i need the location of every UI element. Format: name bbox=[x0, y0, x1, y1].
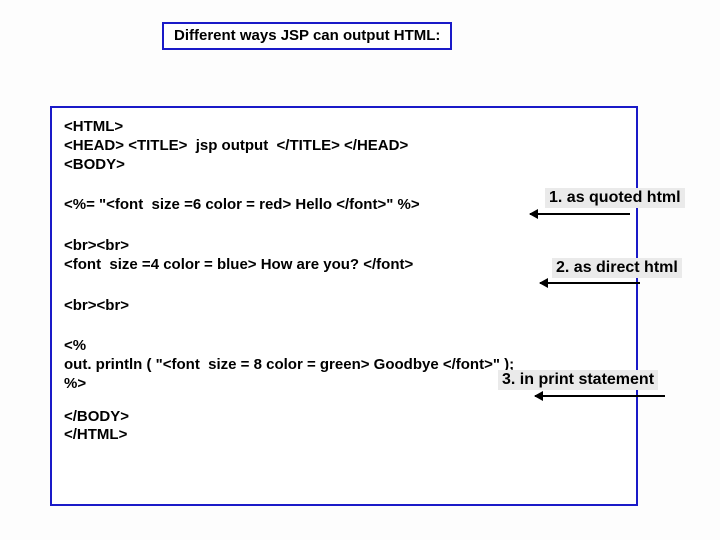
arrow-icon bbox=[540, 282, 640, 284]
code-line: <BODY> bbox=[64, 156, 624, 175]
slide-title-box: Different ways JSP can output HTML: bbox=[162, 22, 452, 50]
code-line: <br><br> bbox=[64, 297, 624, 316]
code-line: <HTML> bbox=[64, 118, 624, 137]
code-line: <HEAD> <TITLE> jsp output </TITLE> </HEA… bbox=[64, 137, 624, 156]
code-line: </BODY> bbox=[64, 408, 624, 427]
arrow-icon bbox=[530, 213, 630, 215]
annotation-label-3: 3. in print statement bbox=[498, 370, 658, 390]
code-line: <br><br> bbox=[64, 237, 624, 256]
code-line: <font size =4 color = blue> How are you?… bbox=[64, 256, 624, 275]
annotation-label-2: 2. as direct html bbox=[552, 258, 682, 278]
code-box: <HTML> <HEAD> <TITLE> jsp output </TITLE… bbox=[50, 106, 638, 506]
annotation-label-1: 1. as quoted html bbox=[545, 188, 685, 208]
code-line: <% bbox=[64, 337, 624, 356]
arrow-icon bbox=[535, 395, 665, 397]
code-line: </HTML> bbox=[64, 426, 624, 445]
slide-title: Different ways JSP can output HTML: bbox=[174, 27, 440, 44]
